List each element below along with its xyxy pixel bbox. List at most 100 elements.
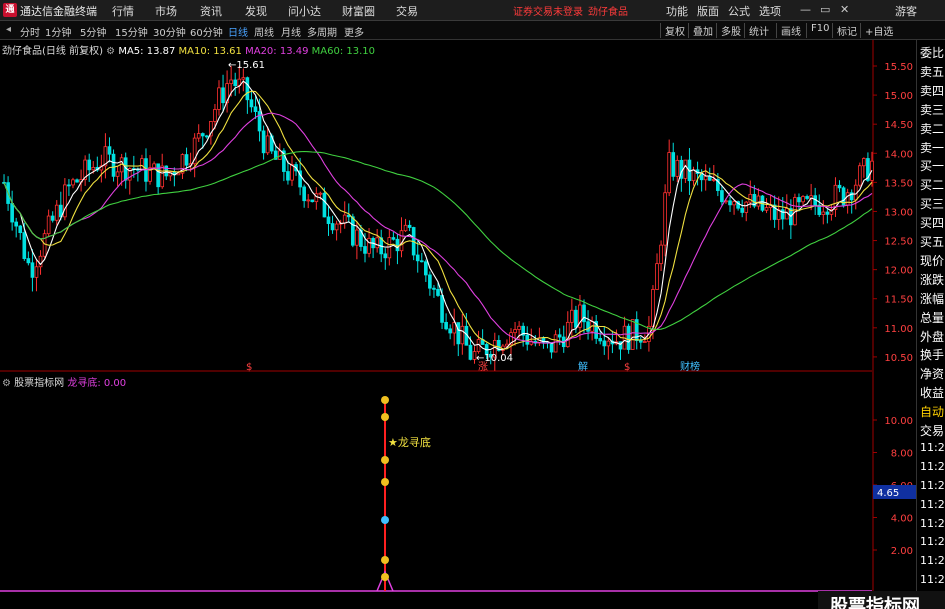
candle-body: [675, 159, 680, 177]
candle-body: [34, 266, 39, 278]
candle-body: [115, 171, 120, 177]
candle-body: [50, 215, 55, 221]
candle-body: [744, 201, 749, 213]
period-tab-1min[interactable]: 1分钟: [45, 24, 71, 39]
candle-body: [387, 237, 392, 259]
candle-body: [419, 260, 424, 263]
candle-body: [42, 233, 47, 257]
menu-bar: 通 通达信金融终端 行情 市场 资讯 发现 问小达 财富圈 交易 证券交易未登录…: [0, 0, 945, 21]
candle-body: [30, 262, 35, 278]
period-tab-weekly[interactable]: 周线: [254, 24, 274, 39]
side-panel-item: 买五: [920, 235, 945, 249]
menu-item-market[interactable]: 行情: [112, 3, 134, 19]
candle-body: [424, 261, 428, 276]
side-panel-item: 换手: [920, 348, 945, 363]
collapse-icon[interactable]: ◂: [6, 24, 11, 35]
high-price-label: ←15.61: [228, 60, 265, 71]
tool-adjust[interactable]: 复权: [660, 23, 685, 38]
tool-add-favorite[interactable]: +自选: [860, 23, 893, 38]
tool-draw-line[interactable]: 画线: [776, 23, 801, 38]
period-tab-intraday[interactable]: 分时: [20, 24, 40, 39]
signal-dot-icon: [381, 573, 389, 581]
side-panel-item: 11:29: [920, 497, 945, 511]
menu-item-options[interactable]: 选项: [759, 3, 781, 19]
period-tab-multi[interactable]: 多周期: [307, 24, 337, 39]
candle-body: [683, 159, 688, 179]
menu-item-guest[interactable]: 游客: [895, 3, 917, 19]
tool-multi-stock[interactable]: 多股: [716, 23, 741, 38]
candle-body: [732, 201, 736, 206]
candle-body: [748, 193, 753, 203]
minimize-icon[interactable]: —: [800, 3, 811, 16]
period-tab-15min[interactable]: 15分钟: [115, 24, 148, 39]
tool-mark[interactable]: 标记: [832, 23, 857, 38]
side-panel-item: 11:29: [920, 554, 945, 568]
menu-item-function[interactable]: 功能: [666, 3, 688, 19]
candle-body: [740, 207, 745, 213]
candle-body: [233, 79, 238, 87]
candle-body: [667, 152, 672, 194]
candle-body: [602, 340, 607, 347]
candle-body: [671, 152, 676, 177]
candle-body: [46, 215, 51, 235]
candle-body: [213, 109, 217, 122]
menu-item-trade[interactable]: 交易: [396, 3, 418, 19]
period-tab-5min[interactable]: 5分钟: [80, 24, 106, 39]
period-tab-daily[interactable]: 日线: [228, 24, 248, 39]
candle-body: [821, 211, 826, 215]
candle-body: [630, 319, 635, 350]
candle-body: [326, 216, 331, 224]
ma5-label: MA5: 13.87: [118, 46, 176, 57]
candle-body: [407, 224, 412, 228]
candle-body: [837, 184, 842, 189]
candle-body: [14, 221, 19, 227]
tool-overlay[interactable]: 叠加: [688, 23, 713, 38]
period-tab-monthly[interactable]: 月线: [281, 24, 301, 39]
side-panel-item: 外盘: [920, 329, 945, 344]
candle-body: [253, 106, 258, 112]
indicator-chart[interactable]: 10.008.006.004.002.00★龙寻底4.652024年234567…: [0, 372, 916, 594]
candle-body: [111, 153, 116, 177]
menu-item-formula[interactable]: 公式: [728, 3, 750, 19]
period-tab-60min[interactable]: 60分钟: [190, 24, 223, 39]
side-panel-item: 总量: [920, 310, 945, 325]
settings-icon[interactable]: ⚙: [106, 46, 115, 57]
settings-icon[interactable]: ⚙: [2, 378, 11, 389]
indicator-tick-label: 8.00: [891, 449, 913, 460]
stock-name-header: 劲仔食品: [588, 7, 628, 18]
candle-body: [720, 190, 724, 203]
menu-item-markets[interactable]: 市场: [155, 3, 177, 19]
menu-item-layout[interactable]: 版面: [697, 3, 719, 19]
candle-body: [862, 158, 866, 167]
tool-statistics[interactable]: 统计: [744, 23, 769, 38]
candle-body: [659, 244, 663, 265]
side-panel-item: 卖三: [920, 102, 945, 117]
candle-body: [801, 196, 805, 203]
candle-body: [152, 163, 156, 169]
candle-body: [91, 167, 96, 171]
menu-item-assistant[interactable]: 问小达: [288, 3, 321, 19]
side-panel-item: 卖二: [920, 121, 945, 136]
candle-body: [857, 165, 862, 186]
maximize-icon[interactable]: ▭: [820, 3, 830, 16]
candle-body: [22, 232, 27, 259]
kline-chart[interactable]: 15.50 15.00 14.50 14.00 13.50 13.00 12.50 12.00…: [0, 40, 916, 372]
tool-f10[interactable]: F10: [806, 23, 829, 38]
period-tab-more[interactable]: 更多: [344, 24, 364, 39]
event-marker: 财榜: [680, 360, 700, 372]
side-panel-item: 卖四: [920, 83, 945, 98]
close-icon[interactable]: ✕: [840, 3, 849, 16]
period-tab-30min[interactable]: 30分钟: [153, 24, 186, 39]
price-tick-label: 10.50: [884, 353, 913, 364]
candle-body: [351, 216, 355, 246]
candle-body: [241, 77, 246, 80]
ma60-label: MA60: 13.10: [311, 46, 376, 57]
side-panel-item: 11:29: [920, 516, 945, 530]
candle-body: [221, 87, 225, 104]
candle-body: [460, 325, 465, 345]
menu-item-discover[interactable]: 发现: [245, 3, 267, 19]
broker-status[interactable]: 证券交易未登录: [513, 3, 583, 18]
menu-item-wealth[interactable]: 财富圈: [342, 3, 375, 19]
menu-item-news[interactable]: 资讯: [200, 3, 222, 19]
price-tick-label: 15.00: [884, 91, 913, 102]
